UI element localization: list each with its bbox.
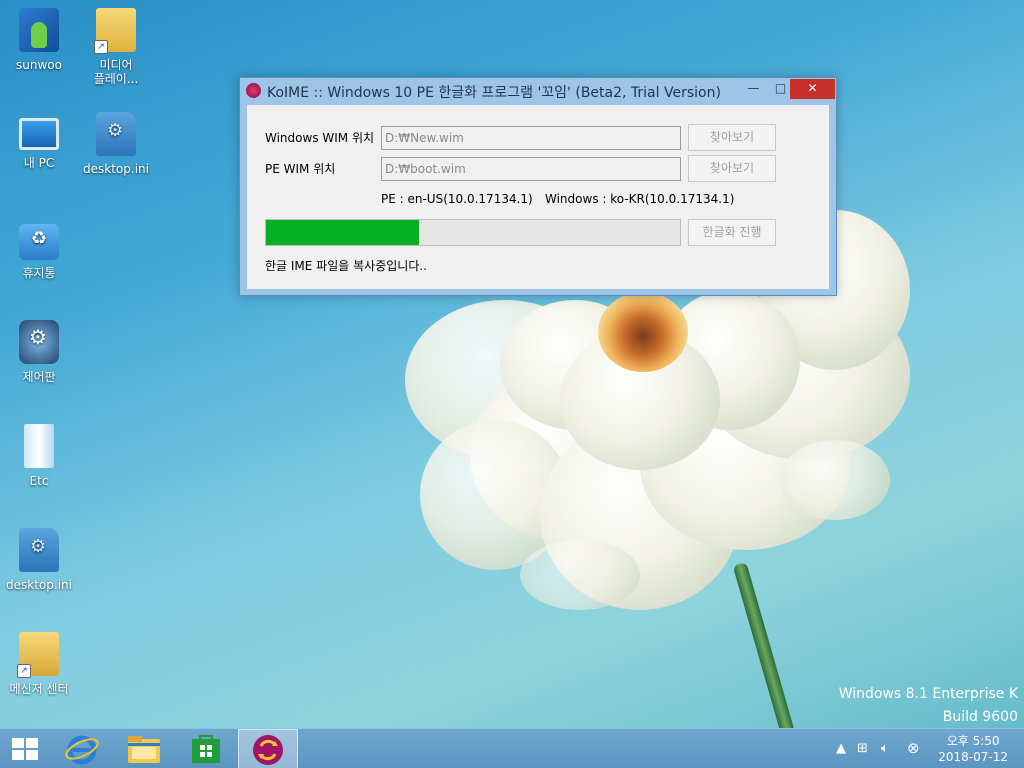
start-button[interactable] [0,729,50,768]
desktop-icon-label: 휴지통 [22,266,56,280]
action-center-icon[interactable]: ⊗ [907,739,920,757]
clock-date: 2018-07-12 [938,750,1008,764]
desktop-icon-user[interactable]: sunwoo [1,8,77,72]
windows-version-text: Windows : ko-KR(10.0.17134.1) [545,192,735,206]
store-icon [192,735,220,763]
desktop-icon-label: 내 PC [23,156,55,170]
show-hidden-icons-chevron-icon[interactable]: ▲ [836,741,846,756]
progress-bar-fill [266,220,420,245]
close-button[interactable]: ✕ [790,79,835,99]
computer-icon [19,118,59,150]
koime-app-icon [246,83,261,98]
desktop-icon-label: Etc [29,474,49,488]
file-explorer-icon [128,736,160,763]
shortcut-arrow-icon: ↗ [17,664,31,678]
status-text: 한글 IME 파일을 복사중입니다.. [265,259,427,273]
media-player-icon: ↗ [94,8,136,54]
pe-wim-browse-button[interactable]: 찾아보기 [688,155,776,182]
user-folder-icon [19,8,59,52]
desktop-icon-label: 제어판 [22,370,56,384]
window-title: KoIME :: Windows 10 PE 한글화 프로그램 '꼬임' (Be… [267,85,721,101]
taskbar-file-explorer[interactable] [114,729,174,768]
volume-icon[interactable]: 🔈︎ [881,741,889,756]
taskbar-koime[interactable] [238,729,298,768]
pe-version-text: PE : en-US(10.0.17134.1) [381,192,533,206]
desktop-icon-control-panel[interactable]: 제어판 [1,320,77,384]
desktop-icon-recycle-bin[interactable]: 휴지통 [1,216,77,280]
koime-icon [253,735,283,765]
desktop-icon-label: sunwoo [16,58,62,72]
shortcut-arrow-icon: ↗ [94,40,108,54]
desktop-icon-label: desktop.ini [6,578,72,592]
flower-stem [732,561,802,728]
minimize-button[interactable]: — [740,79,767,99]
internet-explorer-icon [65,735,99,765]
pe-wim-path-field[interactable]: D:₩boot.wim [381,157,681,181]
taskbar-store[interactable] [176,729,236,768]
clock-time: 오후 5:50 [946,734,1000,748]
windows-build-text: Build 9600 [942,709,1018,725]
run-localization-button[interactable]: 한글화 진행 [688,219,776,246]
flower-center [598,292,688,372]
desktop-icon-label: desktop.ini [83,162,149,176]
koime-window: KoIME :: Windows 10 PE 한글화 프로그램 '꼬임' (Be… [239,77,837,296]
desktop-icon-messenger[interactable]: ↗ 메신저 센터 [1,632,77,696]
windows-wim-label: Windows WIM 위치 [265,131,375,145]
taskbar-internet-explorer[interactable] [52,729,112,768]
desktop-icon-this-pc[interactable]: 내 PC [1,112,77,170]
start-icon [12,738,38,760]
windows-wim-browse-button[interactable]: 찾아보기 [688,124,776,151]
messenger-folder-icon: ↗ [17,632,59,678]
settings-file-icon [96,112,136,156]
windows-edition-text: Windows 8.1 Enterprise K [838,686,1018,702]
taskbar: ▲ ⊞ 🔈︎ ⊗ 오후 5:50 2018-07-12 [0,728,1024,768]
desktop-icon-desktop-ini[interactable]: desktop.ini [78,112,154,176]
desktop-icon-media-player[interactable]: ↗ 미디어 플레이... [78,8,154,86]
network-icon[interactable]: ⊞ [857,741,868,756]
desktop-icon-etc[interactable]: Etc [1,424,77,488]
dialog-content: Windows WIM 위치 D:₩New.wim 찾아보기 PE WIM 위치… [247,105,829,289]
windows-wim-path-field[interactable]: D:₩New.wim [381,126,681,150]
pe-wim-label: PE WIM 위치 [265,162,336,176]
documents-icon [24,424,54,468]
desktop-icon-desktop-ini-2[interactable]: desktop.ini [1,528,77,592]
settings-file-icon [19,528,59,572]
recycle-bin-icon [19,224,59,260]
control-panel-icon [19,320,59,364]
taskbar-clock[interactable]: 오후 5:50 2018-07-12 [938,733,1008,765]
desktop-icon-label: 메신저 센터 [9,682,69,696]
title-bar[interactable]: KoIME :: Windows 10 PE 한글화 프로그램 '꼬임' (Be… [240,78,836,103]
progress-bar [265,219,681,246]
desktop-icon-label: 미디어 플레이... [93,58,139,86]
